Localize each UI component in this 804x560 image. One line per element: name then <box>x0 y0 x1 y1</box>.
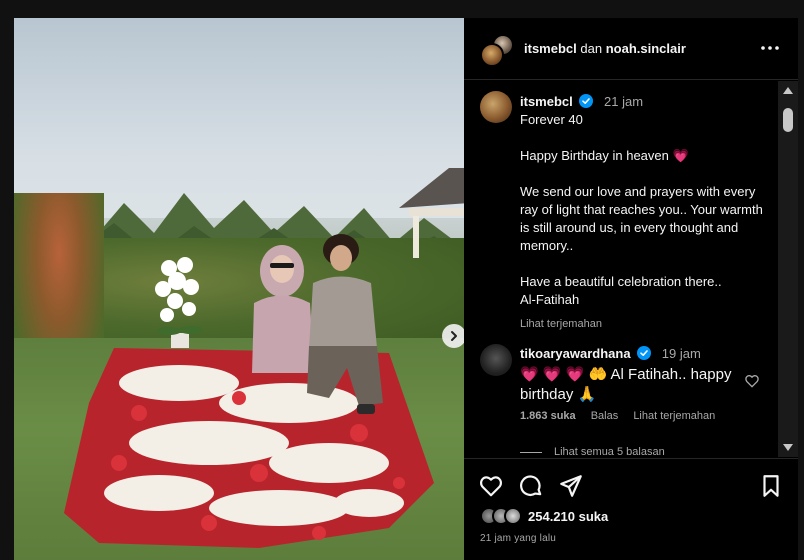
comment-icon[interactable] <box>518 473 544 499</box>
post-photo[interactable] <box>14 18 464 560</box>
view-replies-link[interactable]: Lihat semua 5 balasan <box>520 446 665 457</box>
caption-timestamp[interactable]: 21 jam <box>604 94 643 109</box>
post-caption: itsmebcl 21 jam Forever 40 Happy Birthda… <box>520 93 770 333</box>
see-translation-link[interactable]: Lihat terjemahan <box>520 315 770 333</box>
comment-username[interactable]: tikoaryawardhana <box>520 346 631 361</box>
post-header: itsmebcl dan noah.sinclair <box>464 18 798 80</box>
heart-icon[interactable] <box>478 473 504 499</box>
author-conjunction: dan <box>580 41 603 56</box>
comment-timestamp[interactable]: 19 jam <box>662 346 701 361</box>
caption-username[interactable]: itsmebcl <box>520 94 573 109</box>
avatar <box>504 507 522 525</box>
scrollbar-thumb[interactable] <box>783 108 793 132</box>
send-icon[interactable] <box>558 473 584 499</box>
likes-count[interactable]: 254.210 suka <box>528 509 608 524</box>
caption-text: Forever 40 Happy Birthday in heaven 💗 We… <box>520 112 763 307</box>
comments-section[interactable]: itsmebcl 21 jam Forever 40 Happy Birthda… <box>464 81 778 457</box>
chevron-right-icon <box>451 331 457 341</box>
scroll-down-arrow-icon[interactable] <box>783 444 793 451</box>
verified-badge-icon <box>579 94 594 108</box>
post-timestamp[interactable]: 21 jam yang lalu <box>480 533 556 544</box>
collaborator-username[interactable]: noah.sinclair <box>606 41 686 56</box>
avatar[interactable] <box>480 43 504 67</box>
comment-text: 💗 💗 💗 🤲 Al Fatihah.. happy birthday 🙏 <box>520 366 732 403</box>
post-actions: 254.210 suka 21 jam yang lalu <box>464 458 798 560</box>
comment-meta: 1.863 suka Balas Lihat terjemahan <box>520 410 727 422</box>
person-kneeling <box>307 234 383 414</box>
comment: tikoaryawardhana 19 jam 💗 💗 💗 🤲 Al Fatih… <box>520 345 750 405</box>
author-username[interactable]: itsmebcl <box>524 41 577 56</box>
scroll-up-arrow-icon[interactable] <box>783 87 793 94</box>
avatar[interactable] <box>480 344 512 376</box>
collab-avatars[interactable] <box>480 34 514 67</box>
comment-translate-link[interactable]: Lihat terjemahan <box>633 410 715 422</box>
post-details-panel: itsmebcl dan noah.sinclair itsmebcl 21 j… <box>464 18 798 560</box>
bookmark-icon[interactable] <box>758 473 784 499</box>
likes-summary[interactable]: 254.210 suka <box>480 506 608 526</box>
post-authors: itsmebcl dan noah.sinclair <box>524 41 686 56</box>
verified-badge-icon <box>637 346 652 360</box>
white-orchid <box>155 257 203 348</box>
more-options-button[interactable] <box>758 38 782 58</box>
more-options-icon <box>761 46 779 50</box>
avatar[interactable] <box>480 91 512 123</box>
comment-likes[interactable]: 1.863 suka <box>520 410 576 422</box>
comments-scrollbar[interactable] <box>778 81 798 457</box>
reply-button[interactable]: Balas <box>591 410 619 422</box>
next-photo-button[interactable] <box>442 324 464 348</box>
comment-like-icon[interactable] <box>744 373 760 389</box>
pavilion-roof <box>399 168 464 258</box>
